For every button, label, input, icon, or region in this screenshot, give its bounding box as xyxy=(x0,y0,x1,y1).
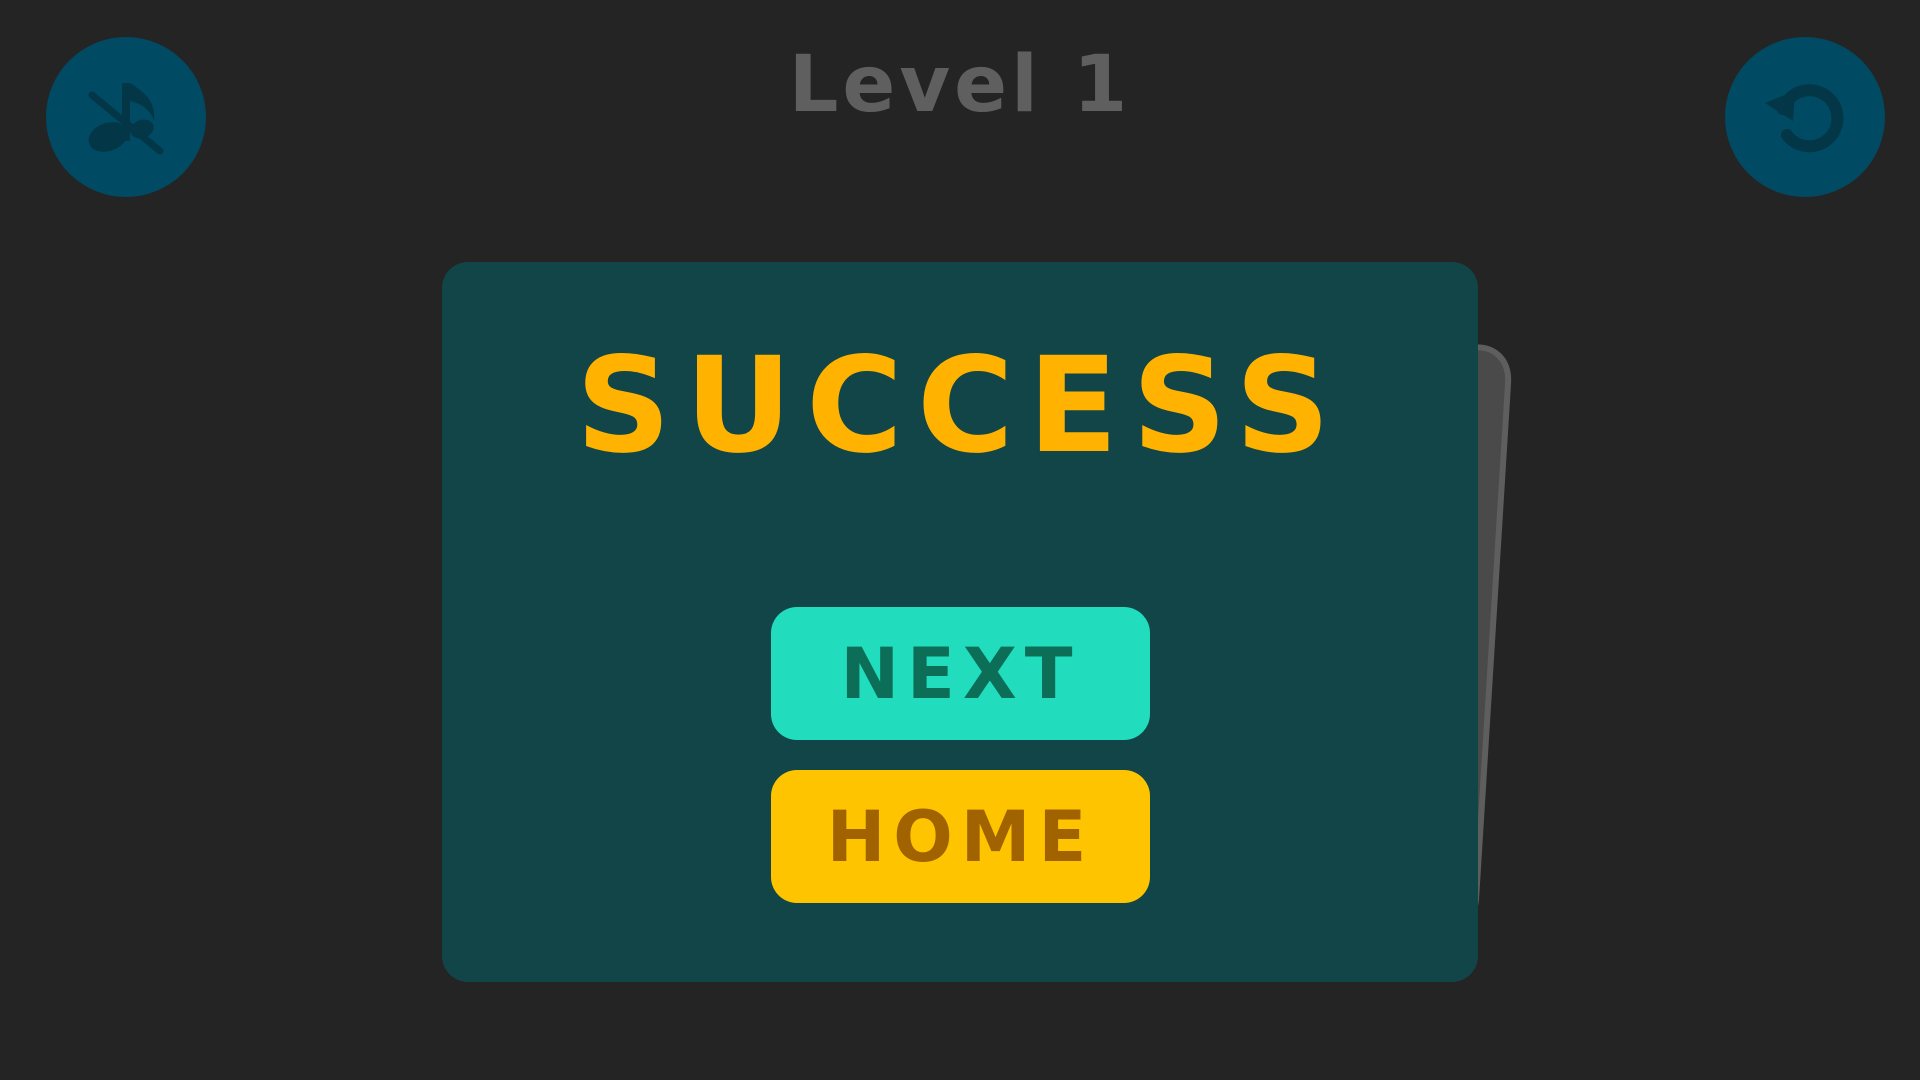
music-toggle-button[interactable] xyxy=(46,37,206,197)
music-off-icon xyxy=(78,69,174,165)
success-title: SUCCESS xyxy=(575,329,1345,483)
restart-icon xyxy=(1757,69,1853,165)
level-title: Level 1 xyxy=(788,40,1132,130)
game-screen: Level 1 SUCCESS NEXT HOME xyxy=(0,0,1920,1080)
home-button[interactable]: HOME xyxy=(771,770,1150,903)
next-button[interactable]: NEXT xyxy=(771,607,1150,740)
restart-button[interactable] xyxy=(1725,37,1885,197)
